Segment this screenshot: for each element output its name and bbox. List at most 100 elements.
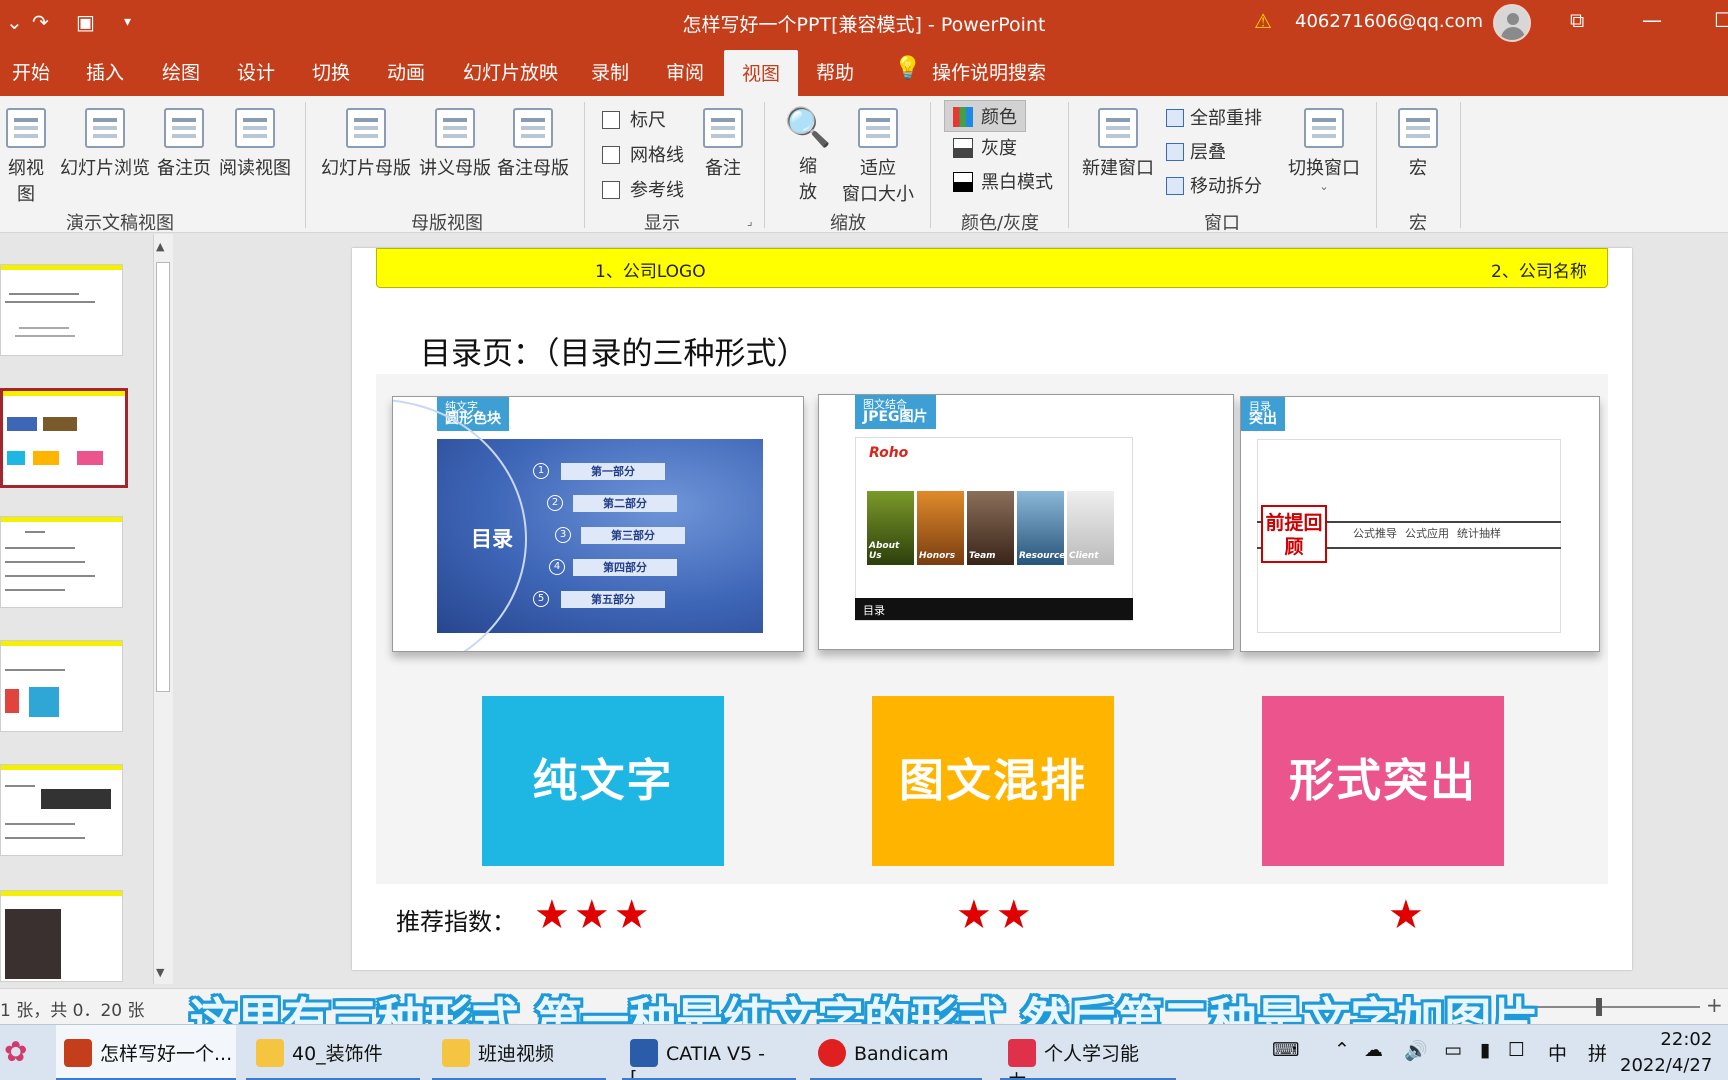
handout-master-button[interactable]: 讲义母版	[418, 108, 492, 180]
tab-view[interactable]: 视图	[724, 50, 799, 96]
gridlines-checkbox[interactable]: 网格线	[602, 141, 684, 167]
battery-icon[interactable]: ▮	[1480, 1039, 1490, 1061]
black-white-button[interactable]: 黑白模式	[953, 168, 1053, 194]
notes-master-button[interactable]: 备注母版	[496, 108, 570, 180]
toc-preview-emphasis[interactable]: 目录 突出 前提回顾 公式推导 公式应用 统计抽样	[1240, 396, 1600, 652]
tell-me-search[interactable]: 操作说明搜索	[932, 58, 1046, 85]
color-swatch-icon	[953, 107, 973, 127]
account-email[interactable]: 406271606@qq.com	[1295, 11, 1483, 32]
network-icon[interactable]: ▭	[1444, 1039, 1462, 1061]
warning-icon[interactable]: ⚠	[1254, 9, 1272, 33]
arrange-all-icon	[1166, 109, 1184, 127]
fit-to-window-button[interactable]: 适应 窗口大小	[836, 108, 920, 206]
photo-tile: Honors	[917, 491, 964, 565]
group-label-color: 颜色/灰度	[960, 213, 1040, 234]
tab-review[interactable]: 审阅	[666, 58, 704, 85]
rating-stars-2: ★★	[956, 892, 1036, 938]
chevron-up-icon[interactable]: ⌃	[1334, 1039, 1350, 1061]
keyboard-icon[interactable]: ⌨	[1272, 1039, 1299, 1061]
outline-view-icon	[6, 108, 46, 148]
lightbulb-icon[interactable]: 💡	[894, 56, 921, 81]
slide-sorter-icon	[85, 108, 125, 148]
group-label-zoom: 缩放	[830, 213, 866, 234]
macros-button[interactable]: 宏	[1390, 108, 1446, 180]
handout-master-icon	[435, 108, 475, 148]
tile-mixed[interactable]: 图文混排	[872, 696, 1114, 866]
notification-icon[interactable]: ☐	[1508, 1039, 1525, 1061]
slide-canvas[interactable]: 1、公司LOGO 2、公司名称 目录页：（目录的三种形式） 纯文字 圆形色块 目录…	[352, 248, 1632, 970]
toc-preview-text[interactable]: 纯文字 圆形色块 目录 1 第一部分 2 第二部分 3 第三部分 4 第四部分 5…	[392, 396, 804, 652]
scrollbar-thumb[interactable]	[156, 262, 170, 692]
start-icon[interactable]: ✿	[4, 1035, 27, 1068]
zoom-button[interactable]: 🔍 缩 放	[782, 106, 834, 204]
folder-icon	[442, 1039, 470, 1067]
tile-emphasis[interactable]: 形式突出	[1262, 696, 1504, 866]
tab-animations[interactable]: 动画	[387, 58, 425, 85]
color-mode-button[interactable]: 颜色	[944, 100, 1026, 132]
ime-language[interactable]: 中	[1548, 1039, 1567, 1066]
slide-thumbnail-selected[interactable]	[0, 388, 128, 488]
switch-windows-button[interactable]: 切换窗口 ⌄	[1284, 108, 1364, 193]
slide-thumbnail[interactable]	[0, 640, 123, 732]
black-white-icon	[953, 172, 973, 192]
notes-button[interactable]: 备注	[698, 108, 748, 180]
cascade-button[interactable]: 层叠	[1166, 138, 1226, 164]
new-window-button[interactable]: 新建窗口	[1078, 108, 1158, 180]
notes-page-button[interactable]: 备注页	[156, 108, 212, 180]
tab-slideshow[interactable]: 幻灯片放映	[463, 58, 558, 85]
clock[interactable]: 22:02 2022/4/27	[1620, 1027, 1712, 1079]
tab-transitions[interactable]: 切换	[312, 58, 350, 85]
reading-view-icon	[235, 108, 275, 148]
tab-draw[interactable]: 绘图	[162, 58, 200, 85]
notes-master-icon	[513, 108, 553, 148]
show-dialog-launcher-icon[interactable]: ⌟	[747, 214, 753, 228]
tab-help[interactable]: 帮助	[816, 58, 854, 85]
slide-sorter-button[interactable]: 幻灯片浏览	[60, 108, 150, 180]
tab-home[interactable]: 开始	[12, 58, 50, 85]
cloud-icon[interactable]: ☁	[1364, 1039, 1383, 1061]
tile-text-only[interactable]: 纯文字	[482, 696, 724, 866]
arrange-all-button[interactable]: 全部重排	[1166, 104, 1262, 130]
slide-thumbnail[interactable]	[0, 890, 123, 982]
taskbar-item-bandicam[interactable]: Bandicam	[810, 1025, 982, 1080]
photo-tile: Resources	[1017, 491, 1071, 565]
grayscale-button[interactable]: 灰度	[953, 134, 1017, 160]
volume-icon[interactable]: 🔊	[1404, 1039, 1428, 1062]
rating-label[interactable]: 推荐指数：	[396, 902, 516, 937]
taskbar-item-powerpoint[interactable]: 怎样写好一个...	[56, 1025, 236, 1080]
reading-view-button[interactable]: 阅读视图	[218, 108, 292, 180]
ime-mode[interactable]: 拼	[1588, 1039, 1607, 1066]
rating-stars-1: ★★★	[534, 892, 654, 938]
scroll-up-icon[interactable]: ▲	[156, 240, 164, 253]
scroll-down-icon[interactable]: ▼	[156, 966, 164, 979]
taskbar-item-xmind[interactable]: 个人学习能力...	[1000, 1025, 1176, 1080]
ribbon-display-options-icon[interactable]: ⧉	[1570, 8, 1584, 32]
taskbar-item-catia[interactable]: CATIA V5 - [...	[622, 1025, 796, 1080]
tab-insert[interactable]: 插入	[86, 58, 124, 85]
toc-preview-image[interactable]: 图文结合 JPEG图片 Roho About Us Honors Team Res…	[818, 394, 1234, 650]
highlight-box: 前提回顾	[1261, 505, 1327, 563]
slide-thumbnail[interactable]	[0, 264, 123, 356]
minimize-icon[interactable]: —	[1642, 8, 1662, 32]
tab-design[interactable]: 设计	[237, 58, 275, 85]
tab-record[interactable]: 录制	[591, 58, 629, 85]
taskbar-item-folder-video[interactable]: 班迪视频	[432, 1025, 606, 1080]
checkbox-icon	[602, 111, 620, 129]
preview-tag: 目录 突出	[1241, 397, 1285, 431]
ruler-checkbox[interactable]: 标尺	[602, 106, 666, 132]
brand-logo: Roho	[869, 445, 909, 461]
slide-thumbnail[interactable]	[0, 764, 123, 856]
guides-checkbox[interactable]: 参考线	[602, 176, 684, 202]
switch-windows-icon	[1304, 108, 1344, 148]
slide-title[interactable]: 目录页：（目录的三种形式）	[420, 328, 808, 373]
photo-tile: Team	[967, 491, 1014, 565]
ribbon: 纲视图 幻灯片浏览 备注页 阅读视图 演示文稿视图 幻灯片母版 讲义母版 备注母…	[0, 96, 1728, 234]
slide-thumbnail[interactable]	[0, 516, 123, 608]
outline-view-button[interactable]: 纲视图	[0, 108, 52, 206]
maximize-icon[interactable]: ☐	[1714, 8, 1728, 32]
taskbar-item-folder[interactable]: 40_装饰件	[246, 1025, 420, 1080]
xmind-icon	[1008, 1039, 1036, 1067]
move-split-button[interactable]: 移动拆分	[1166, 172, 1262, 198]
avatar[interactable]	[1493, 4, 1531, 42]
slide-master-button[interactable]: 幻灯片母版	[320, 108, 412, 180]
